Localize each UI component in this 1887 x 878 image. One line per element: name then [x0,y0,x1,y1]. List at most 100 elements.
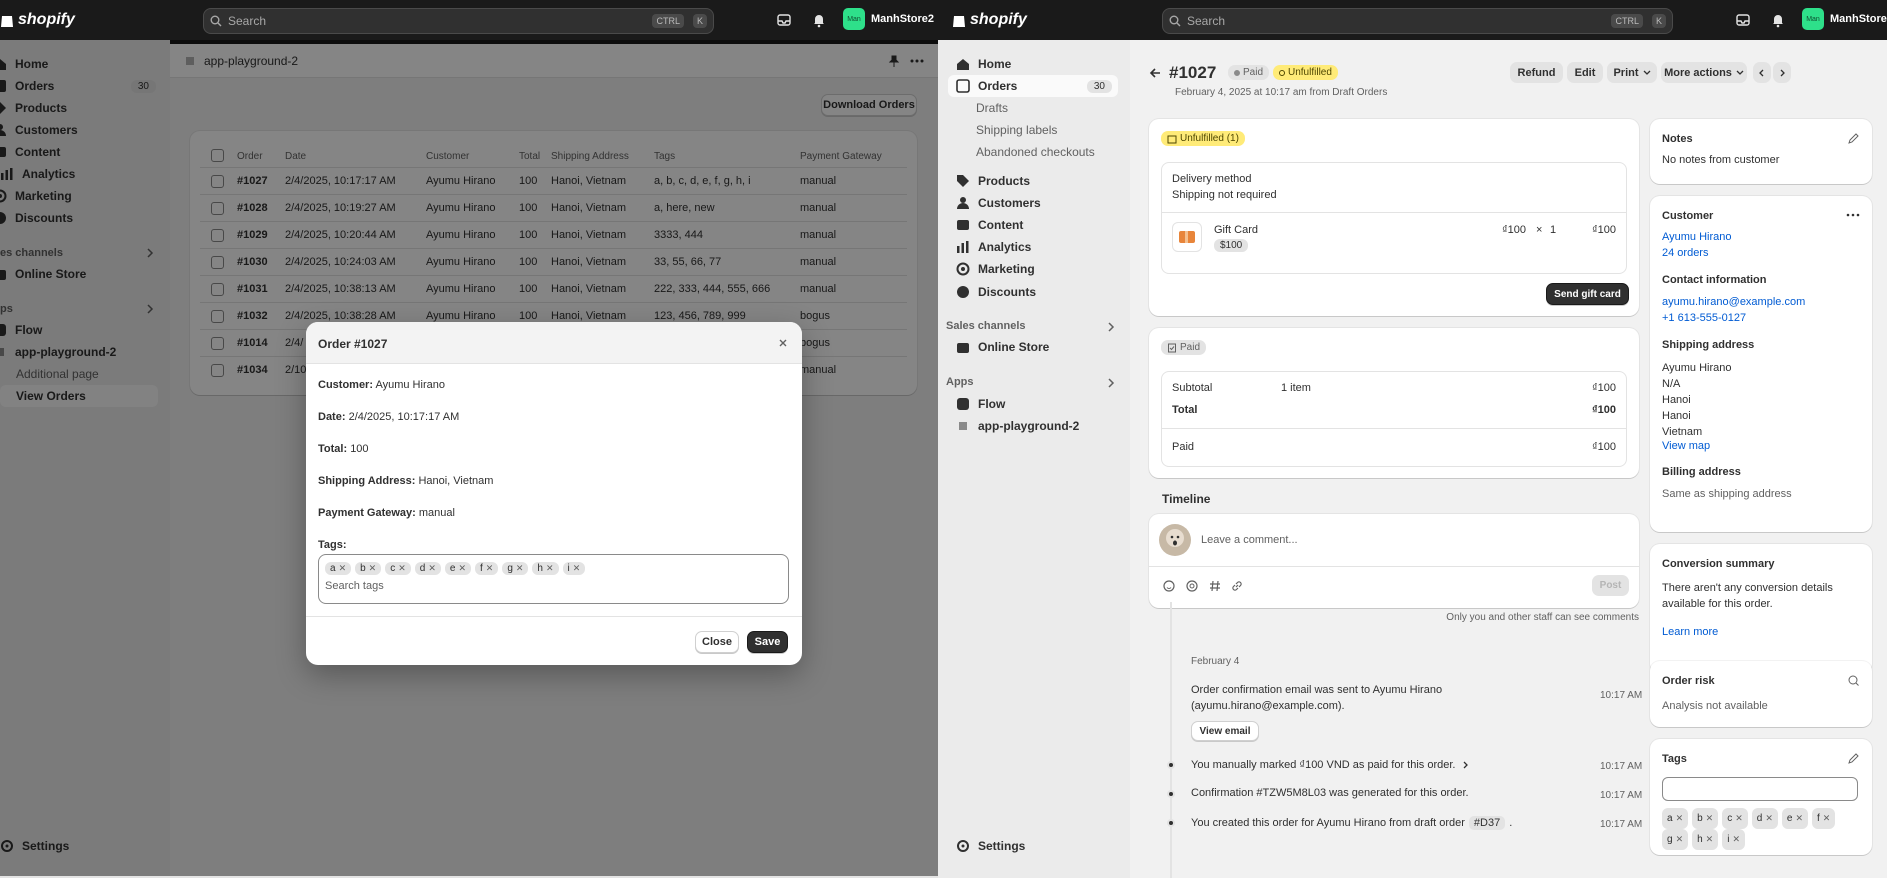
chevron-right-icon[interactable] [1106,322,1116,332]
customer-phone[interactable]: +1 613-555-0127 [1662,312,1746,324]
remove-tag-icon[interactable]: ✕ [339,563,347,574]
remove-tag-icon[interactable]: ✕ [1765,809,1773,828]
tags-input[interactable]: a ✕ b ✕ c ✕ d ✕ e ✕ f ✕ g ✕ h ✕ i ✕ Search tags [318,554,789,604]
remove-tag-icon[interactable]: ✕ [1732,830,1740,849]
customer-orders-link[interactable]: 24 orders [1662,247,1708,259]
chevron-right-icon[interactable] [1106,378,1116,388]
edit-button[interactable]: Edit [1567,62,1603,83]
view-email-button[interactable]: View email [1191,721,1259,741]
send-gift-card-button[interactable]: Send gift card [1546,283,1629,305]
nav-online-store[interactable]: Online Store [956,336,1049,358]
tag-chip[interactable]: d ✕ [1751,808,1778,829]
more-actions-button[interactable]: More actions [1661,62,1747,83]
learn-more-link[interactable]: Learn more [1662,626,1718,638]
remove-tag-icon[interactable]: ✕ [398,563,406,574]
remove-tag-icon[interactable]: ✕ [1676,809,1684,828]
nav-settings[interactable]: Settings [956,835,1025,857]
item-name[interactable]: Gift Card [1214,224,1258,236]
notes-text: No notes from customer [1662,154,1780,166]
event-marked-paid[interactable]: You manually marked ₫100 VND as paid for… [1191,759,1470,771]
nav-shipping-labels[interactable]: Shipping labels [976,119,1057,141]
tag-chip[interactable]: b ✕ [355,562,382,575]
nav-products[interactable]: Products [956,170,1030,192]
shopify-logo[interactable]: shopify [0,11,75,29]
remove-tag-icon[interactable]: ✕ [1706,830,1714,849]
field-value: 100 [350,443,369,455]
tag-chip[interactable]: i ✕ [1722,829,1745,850]
pencil-icon[interactable] [1848,133,1859,144]
remove-tag-icon[interactable]: ✕ [458,563,466,574]
hashtag-icon[interactable] [1209,580,1221,592]
nav-abandoned-checkouts[interactable]: Abandoned checkouts [976,141,1095,163]
customer-name-link[interactable]: Ayumu Hirano [1662,231,1732,243]
customer-email[interactable]: ayumu.hirano@example.com [1662,296,1805,308]
tag-chip[interactable]: c ✕ [1722,808,1748,829]
nav-analytics[interactable]: Analytics [956,236,1031,258]
tag-chip[interactable]: b ✕ [1692,808,1719,829]
tag-chip[interactable]: f ✕ [474,562,499,575]
store-menu[interactable]: Man ManhStore2 [843,8,934,30]
mention-icon[interactable] [1186,580,1198,592]
remove-tag-icon[interactable]: ✕ [546,563,554,574]
store-menu[interactable]: Man ManhStore2 [1802,8,1887,30]
risk-analysis-icon[interactable] [1848,675,1859,686]
more-icon[interactable] [1846,213,1860,217]
emoji-icon[interactable] [1163,580,1175,592]
bell-icon[interactable] [1770,12,1786,28]
search-bar[interactable]: Search CTRL K [203,8,714,34]
nav-marketing[interactable]: Marketing [956,258,1035,280]
tag-chip[interactable]: e ✕ [444,562,471,575]
close-icon[interactable] [778,338,788,348]
inbox-icon[interactable] [1735,12,1751,28]
remove-tag-icon[interactable]: ✕ [369,563,377,574]
remove-tag-icon[interactable]: ✕ [428,563,436,574]
view-map-link[interactable]: View map [1662,440,1710,452]
refund-button[interactable]: Refund [1510,62,1563,83]
remove-tag-icon[interactable]: ✕ [573,563,581,574]
save-button[interactable]: Save [747,631,788,653]
tag-chip[interactable]: a ✕ [325,562,352,575]
tag-chip[interactable]: a ✕ [1662,808,1689,829]
tag-chip[interactable]: e ✕ [1781,808,1808,829]
remove-tag-icon[interactable]: ✕ [516,563,524,574]
post-button[interactable]: Post [1592,575,1629,596]
remove-tag-icon[interactable]: ✕ [1676,830,1684,849]
remove-tag-icon[interactable]: ✕ [1823,809,1831,828]
tag-chip[interactable]: h ✕ [1692,829,1719,850]
next-order-button[interactable] [1773,62,1791,83]
pencil-icon[interactable] [1848,753,1859,764]
search-bar[interactable]: Search CTRL K [1162,8,1673,34]
tags-input[interactable] [1662,777,1858,801]
tag-chip[interactable]: g ✕ [1662,829,1689,850]
tag-chip[interactable]: f ✕ [1811,808,1836,829]
tag-chip[interactable]: d ✕ [414,562,441,575]
search-icon [1169,15,1181,27]
remove-tag-icon[interactable]: ✕ [1706,809,1714,828]
nav-home[interactable]: Home [956,53,1011,75]
comment-input[interactable]: Leave a comment... [1201,534,1298,546]
nav-content[interactable]: Content [956,214,1023,236]
remove-tag-icon[interactable]: ✕ [486,563,494,574]
tag-chip[interactable]: h ✕ [532,562,559,575]
tags-search-placeholder[interactable]: Search tags [325,580,782,592]
remove-tag-icon[interactable]: ✕ [1735,809,1743,828]
tag-chip[interactable]: c ✕ [385,562,411,575]
remove-tag-icon[interactable]: ✕ [1795,809,1803,828]
print-button[interactable]: Print [1607,62,1657,83]
nav-drafts[interactable]: Drafts [976,97,1008,119]
close-button[interactable]: Close [695,631,739,653]
tag-chip[interactable]: i ✕ [562,562,586,575]
inbox-icon[interactable] [776,12,792,28]
draft-order-badge[interactable]: #D37 [1468,816,1506,830]
back-arrow-icon[interactable] [1149,67,1161,79]
nav-flow[interactable]: Flow [956,393,1005,415]
tag-chip[interactable]: g ✕ [502,562,529,575]
shopify-logo[interactable]: shopify [952,11,1027,29]
nav-discounts[interactable]: Discounts [956,281,1036,303]
link-icon[interactable] [1231,580,1243,592]
bell-icon[interactable] [811,12,827,28]
nav-app-playground[interactable]: app-playground-2 [956,415,1079,437]
nav-orders[interactable]: Orders 30 [948,75,1118,97]
nav-customers[interactable]: Customers [956,192,1041,214]
prev-order-button[interactable] [1753,62,1771,83]
